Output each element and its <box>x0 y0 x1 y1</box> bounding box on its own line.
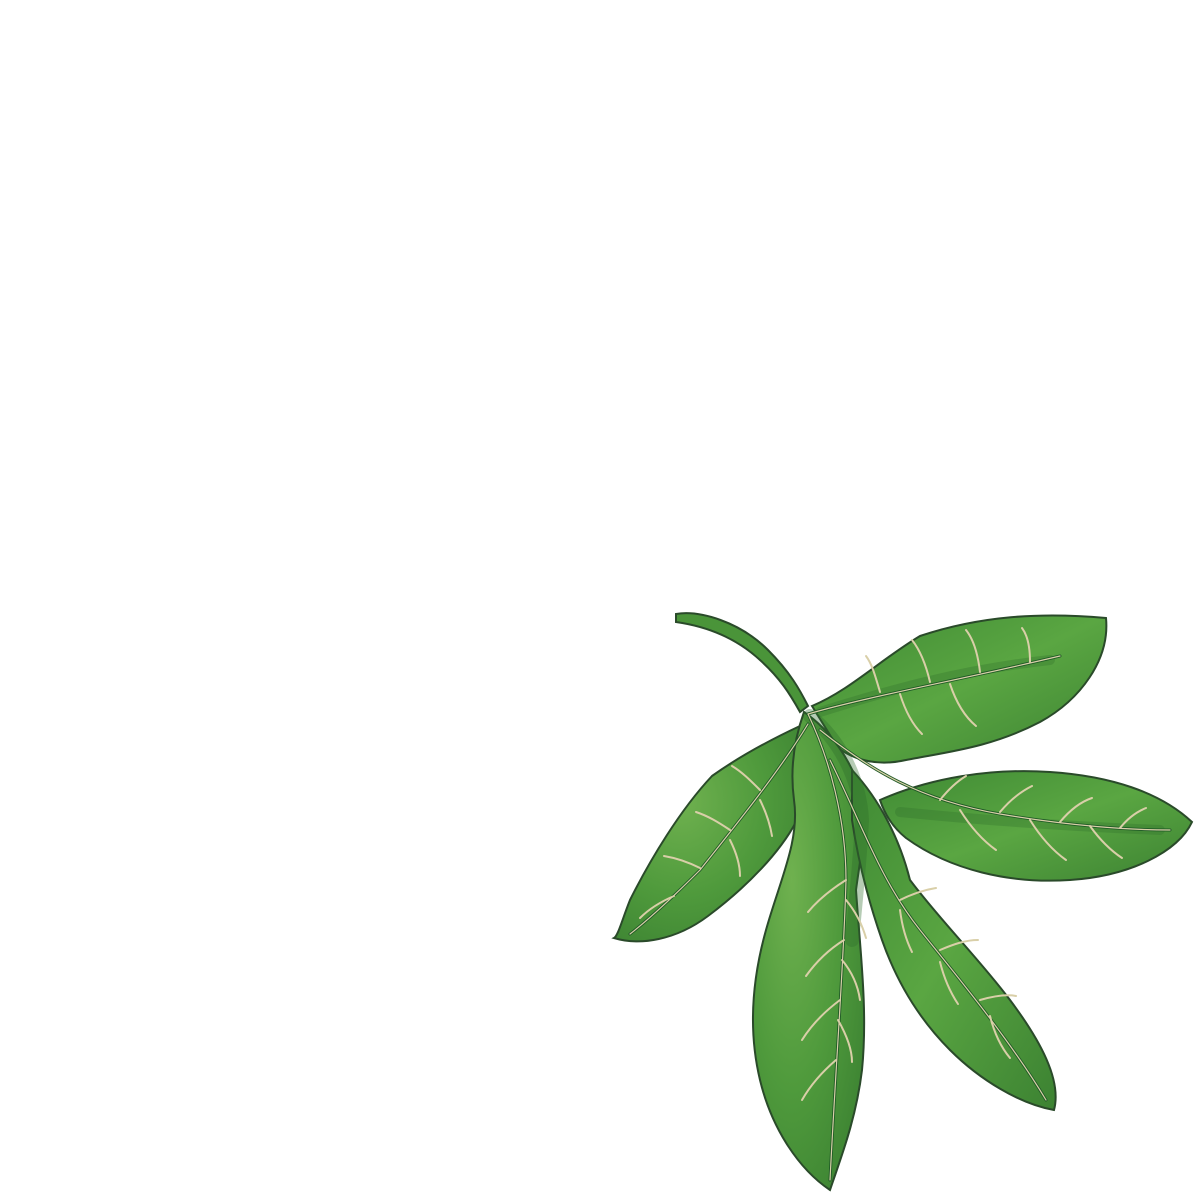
leaf-stem <box>675 612 810 714</box>
illustration-canvas <box>0 0 1200 1200</box>
leaf-lobe-upper <box>810 614 1108 764</box>
sassafras-leaf-icon <box>611 612 1194 1192</box>
